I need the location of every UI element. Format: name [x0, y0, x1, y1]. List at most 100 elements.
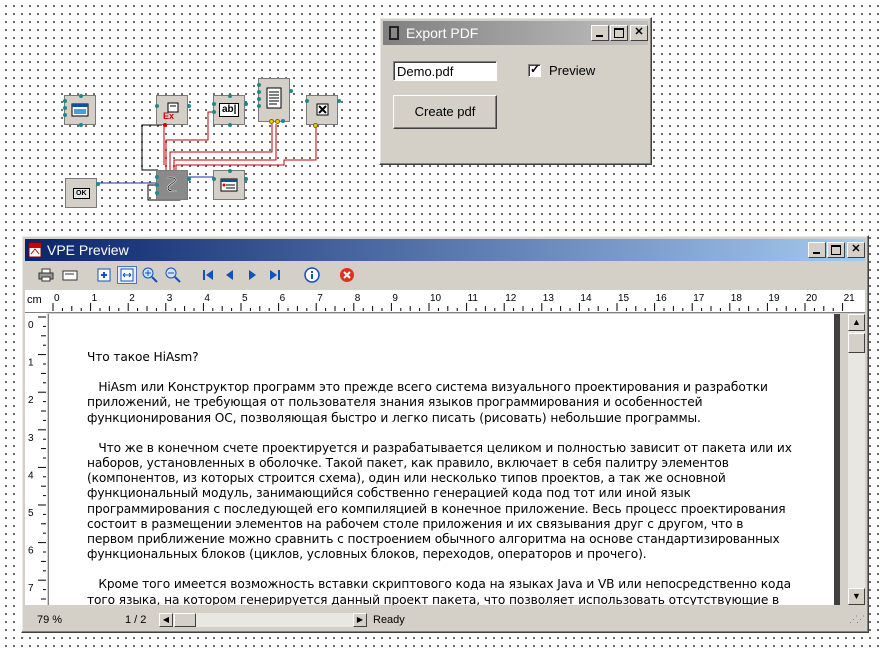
doc-line: наборов, установленных в оболочке. Такой…: [87, 456, 729, 471]
zoom-in-button[interactable]: [140, 266, 160, 284]
fit-width-icon: [120, 268, 134, 282]
preview-checkbox[interactable]: ✓: [528, 62, 541, 77]
vpe-titlebar[interactable]: VPE Preview ✕: [25, 239, 865, 261]
doc-line: программирования с последующей его компи…: [87, 501, 786, 516]
fit-page-button[interactable]: [94, 266, 114, 284]
memo-component[interactable]: [257, 78, 293, 124]
doc-body: HiAsm или Конструктор программ это прежд…: [87, 380, 827, 605]
filename-field[interactable]: Demo.pdf: [393, 61, 497, 81]
ruler-number: 2: [28, 395, 34, 406]
fit-width-button[interactable]: [117, 266, 137, 284]
zoom-in-icon: [142, 267, 158, 283]
create-pdf-label: Create pdf: [414, 104, 476, 119]
ruler-number: 17: [693, 293, 705, 304]
script-icon: [166, 176, 177, 192]
scroll-thumb[interactable]: [848, 333, 865, 353]
page-scroll-left[interactable]: ◀: [159, 613, 173, 627]
info-icon: [304, 267, 320, 283]
info-button[interactable]: [302, 266, 322, 284]
vpe-component[interactable]: [212, 169, 248, 200]
pdf-app-icon: [28, 242, 42, 258]
preview-label: Preview: [549, 63, 596, 78]
close-icon: ✕: [851, 243, 861, 255]
vpe-close-button[interactable]: ✕: [847, 242, 865, 258]
ruler-number: 13: [543, 293, 555, 304]
ruler-ticks-vertical: 0 1 2 3 4 5 6 7: [28, 316, 46, 600]
filename-value: Demo.pdf: [397, 64, 454, 79]
ruler-number: 4: [204, 293, 210, 304]
printer-icon: [38, 268, 54, 282]
close-preview-button[interactable]: [337, 266, 357, 284]
ruler-number: 1: [28, 358, 34, 369]
form-component[interactable]: [63, 94, 96, 127]
ruler-ticks: 0 1 2 3 4 5 6 7 8 9 10 11 12 13 14 15 16 17 18 19 20 21: [52, 293, 856, 311]
zoom-out-icon: [165, 267, 181, 283]
doc-paragraph: Кроме того имеется возможность вставки с…: [87, 577, 827, 605]
zoom-level: 79 %: [37, 614, 63, 626]
vertical-scrollbar[interactable]: ▲ ▼: [848, 314, 865, 605]
checkbox-component[interactable]: [305, 95, 341, 128]
doc-paragraph: Что же в конечном счете проектируется и …: [87, 441, 827, 563]
page-scroll-right[interactable]: ▶: [353, 613, 367, 627]
vpe-window-title: VPE Preview: [47, 242, 129, 258]
ok-button-icon: OK: [73, 188, 90, 199]
mail-icon: [62, 270, 78, 281]
check-icon: ✓: [530, 62, 541, 76]
last-page-button[interactable]: [265, 266, 285, 284]
ruler-number: 0: [54, 293, 60, 304]
doc-line: функциональных блоков (циклов, условных …: [87, 547, 647, 562]
vpe-maximize-button[interactable]: [827, 242, 845, 258]
scroll-up-button[interactable]: ▲: [848, 314, 865, 331]
close-box-icon: [316, 103, 329, 116]
doc-line: функционирования ОС, позволяющая быстро …: [87, 410, 701, 425]
document-page: Что такое HiAsm? HiAsm или Конструктор п…: [48, 314, 835, 605]
create-pdf-button[interactable]: Create pdf: [393, 95, 497, 129]
maximize-icon: [831, 245, 841, 255]
doc-line: того языка, на котором генерируется данн…: [87, 592, 780, 605]
doc-line: функциональный модуль, занимающийся собс…: [87, 486, 691, 501]
fit-page-icon: [97, 268, 111, 282]
ruler-number: 19: [768, 293, 780, 304]
scroll-down-button[interactable]: ▼: [848, 588, 865, 605]
button-component[interactable]: OK: [65, 178, 100, 208]
first-page-button[interactable]: [198, 266, 218, 284]
close-button[interactable]: ✕: [630, 25, 648, 41]
vpe-minimize-button[interactable]: [808, 242, 826, 258]
edit-icon: ab|: [219, 103, 240, 117]
ruler-number: 20: [806, 293, 818, 304]
ruler-number: 8: [355, 293, 361, 304]
first-page-icon: [203, 270, 213, 280]
export-titlebar[interactable]: Export PDF ✕: [383, 21, 648, 45]
zoom-out-button[interactable]: [163, 266, 183, 284]
minimize-icon: [596, 35, 603, 37]
minimize-button[interactable]: [591, 25, 609, 41]
ruler-number: 18: [731, 293, 743, 304]
print-button[interactable]: [36, 266, 56, 284]
ruler-number: 6: [280, 293, 286, 304]
maximize-button[interactable]: [610, 25, 628, 41]
page-scrollbar[interactable]: ◀ ▶: [159, 613, 367, 627]
ruler-number: 3: [28, 433, 34, 444]
ruler-number: 3: [167, 293, 173, 304]
ruler-number: 7: [317, 293, 323, 304]
ruler-number: 0: [28, 320, 34, 331]
edit-component[interactable]: ab|: [212, 94, 248, 127]
ruler-number: 21: [844, 293, 856, 304]
app-icon: [389, 26, 399, 40]
export-pdf-window: Export PDF ✕ Demo.pdf ✓ Preview Create p…: [379, 17, 652, 165]
doc-paragraph: HiAsm или Конструктор программ это прежд…: [87, 380, 827, 426]
doc-line: состоит в размещении элементов на рабоче…: [87, 516, 744, 531]
script-component[interactable]: [155, 170, 191, 200]
prev-page-button[interactable]: [220, 266, 240, 284]
status-bar: 79 % 1 / 2 ◀ ▶ Ready ⋰⋰: [25, 611, 865, 629]
close-icon: ✕: [634, 26, 644, 38]
next-page-button[interactable]: [242, 266, 262, 284]
preview-icon: [220, 178, 238, 192]
doc-line: приложений, не требующая от пользователя…: [87, 395, 703, 410]
page-scroll-thumb[interactable]: [174, 613, 196, 627]
exception-component[interactable]: Ex: [155, 95, 191, 127]
last-page-icon: [270, 270, 280, 280]
resize-grip-icon[interactable]: ⋰⋰: [849, 614, 865, 625]
mail-button[interactable]: [60, 266, 80, 284]
ruler-number: 14: [580, 293, 592, 304]
